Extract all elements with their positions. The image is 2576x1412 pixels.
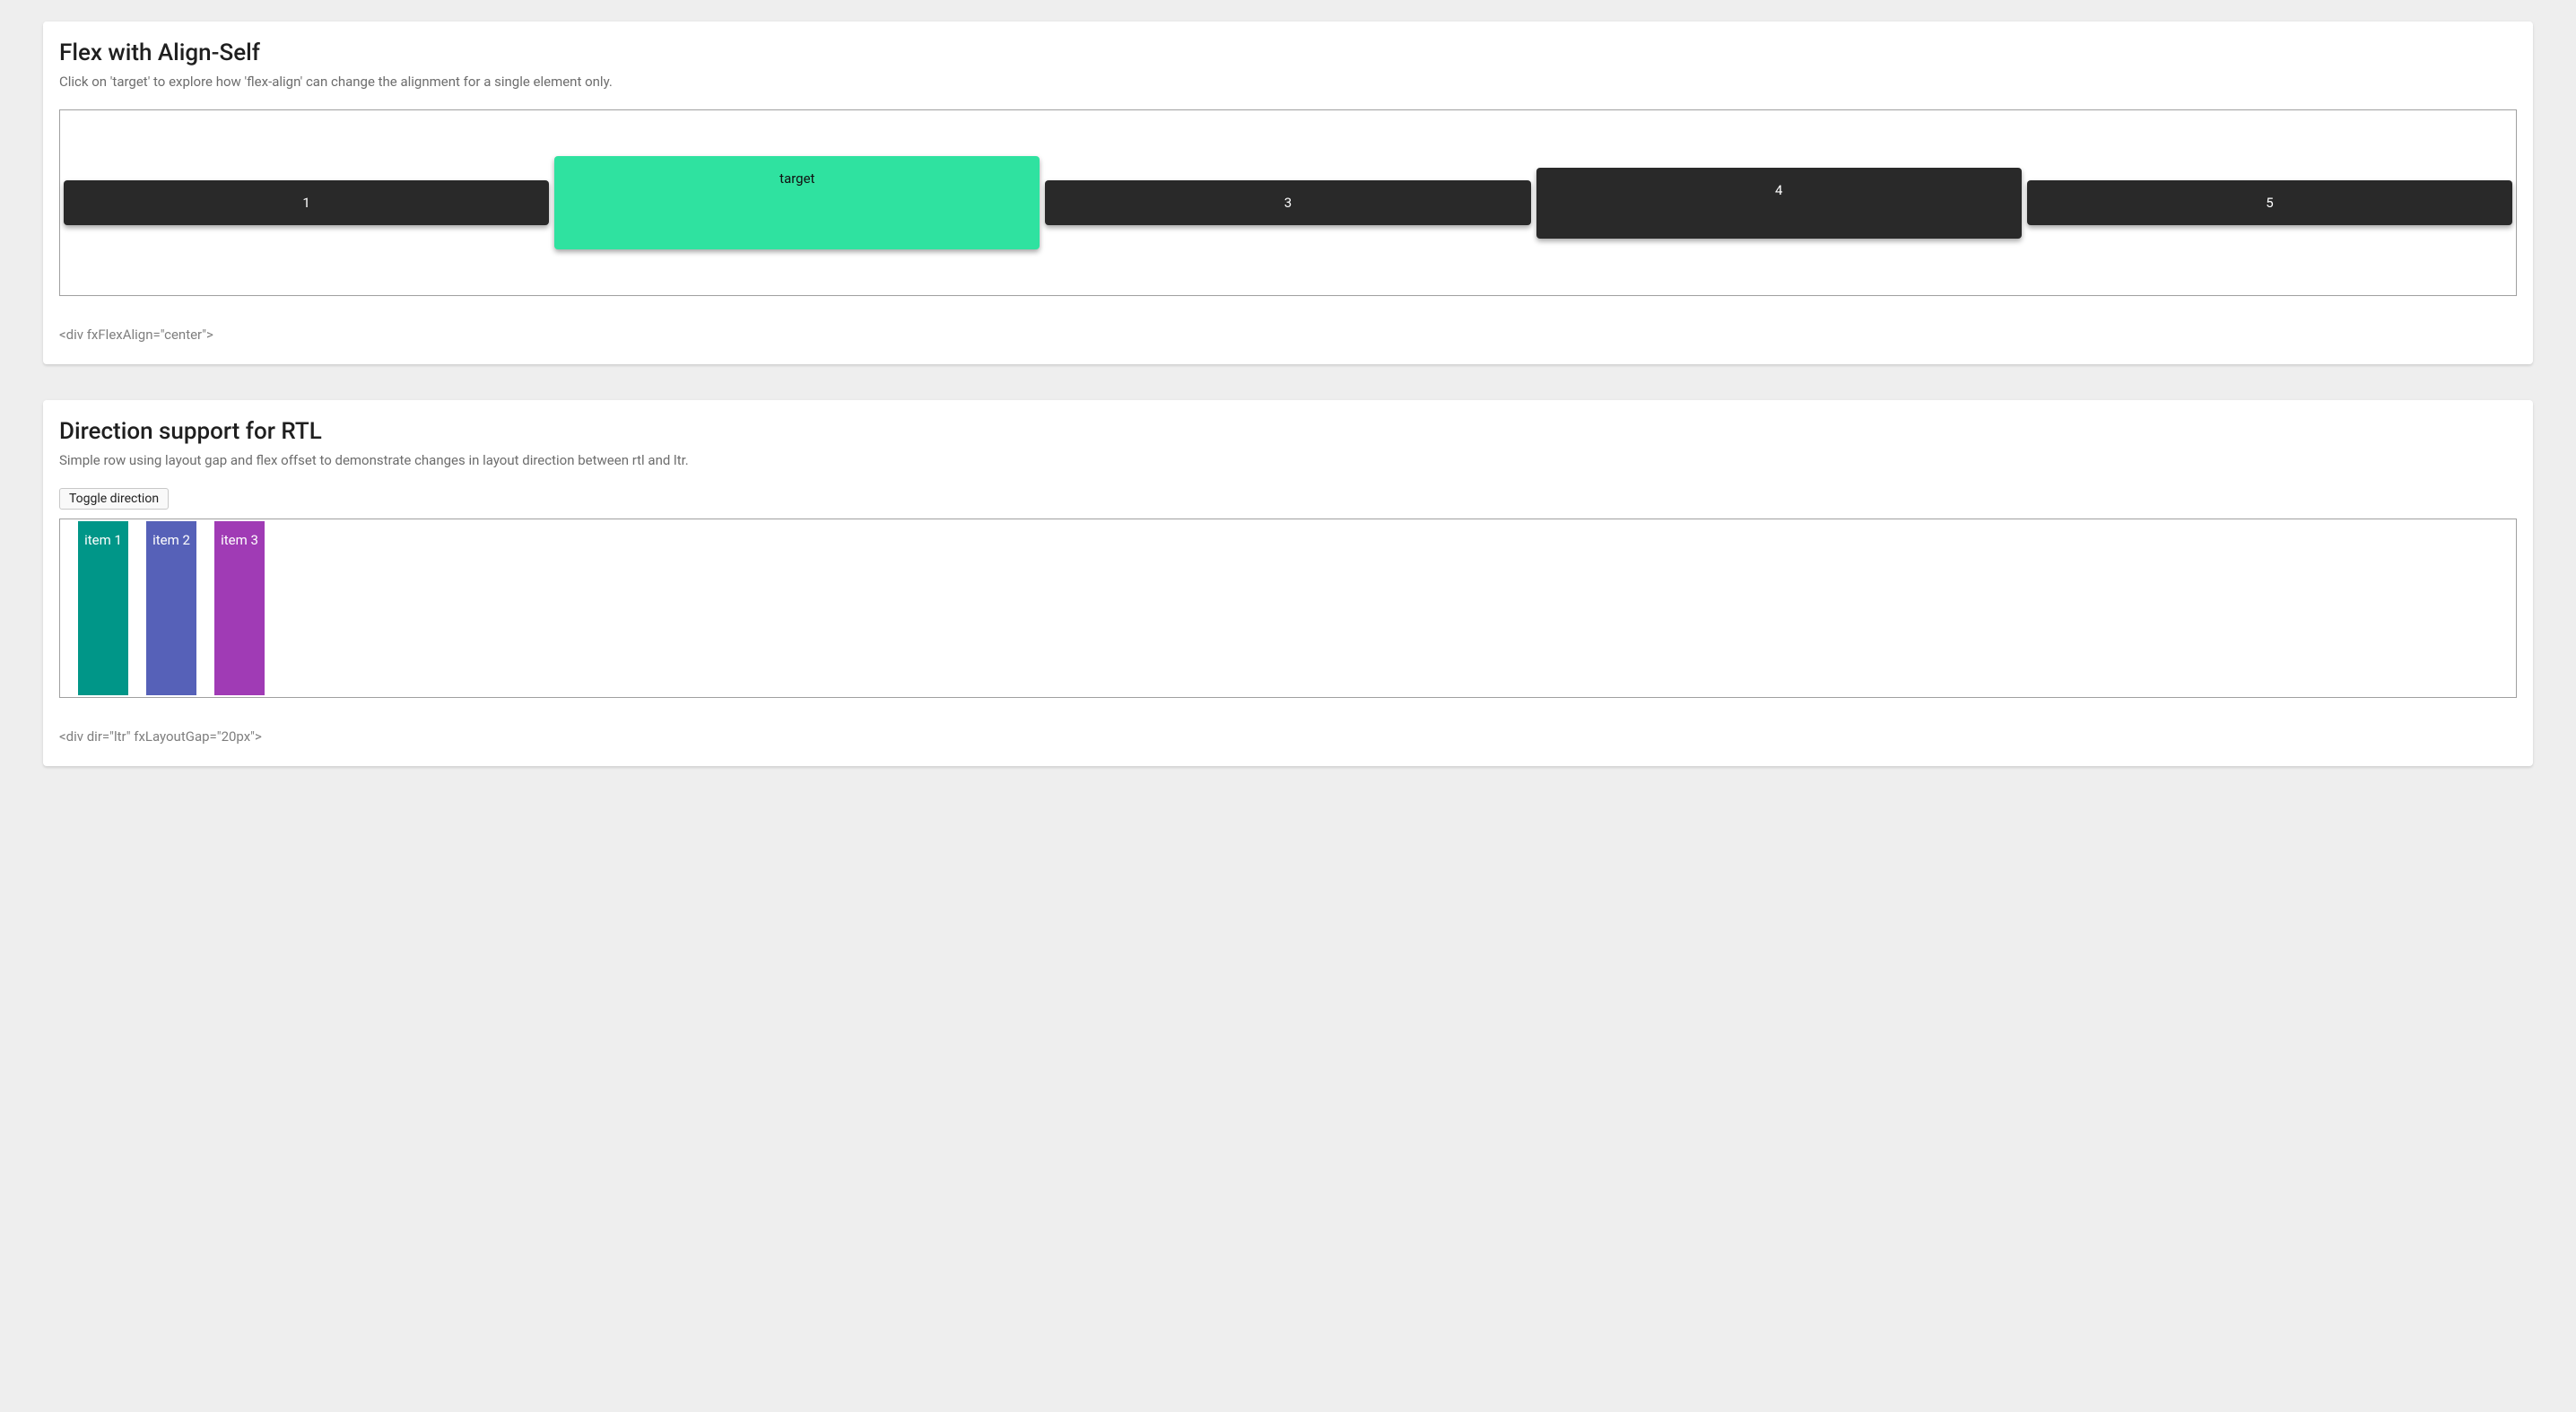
card-subtitle: Click on 'target' to explore how 'flex-a… bbox=[59, 74, 2517, 90]
flex-align-hint: <div fxFlexAlign="center"> bbox=[59, 327, 2517, 343]
rtl-item-label: item 1 bbox=[84, 532, 122, 548]
card-title: Flex with Align-Self bbox=[59, 39, 2517, 66]
toggle-direction-button[interactable]: Toggle direction bbox=[59, 488, 169, 510]
rtl-item-3: item 3 bbox=[214, 521, 265, 695]
flex-item-target[interactable]: target bbox=[554, 156, 1040, 249]
rtl-hint: <div dir="ltr" fxLayoutGap="20px"> bbox=[59, 728, 2517, 745]
flex-item-label: 1 bbox=[302, 195, 309, 211]
flex-item-label: 4 bbox=[1775, 182, 1782, 198]
flex-demo-container: 1 target 3 4 5 bbox=[59, 109, 2517, 296]
card-rtl-support: Direction support for RTL Simple row usi… bbox=[43, 400, 2533, 766]
rtl-item-label: item 2 bbox=[152, 532, 190, 548]
rtl-item-2: item 2 bbox=[146, 521, 196, 695]
card-flex-align-self: Flex with Align-Self Click on 'target' t… bbox=[43, 22, 2533, 364]
flex-item-label: 3 bbox=[1284, 195, 1292, 211]
rtl-item-1: item 1 bbox=[78, 521, 128, 695]
card-title: Direction support for RTL bbox=[59, 418, 2517, 445]
rtl-item-label: item 3 bbox=[221, 532, 258, 548]
flex-item-4[interactable]: 4 bbox=[1536, 168, 2022, 239]
flex-item-1[interactable]: 1 bbox=[64, 180, 549, 225]
card-subtitle: Simple row using layout gap and flex off… bbox=[59, 452, 2517, 468]
flex-item-label: 5 bbox=[2266, 195, 2273, 211]
flex-item-label: target bbox=[779, 170, 814, 187]
rtl-demo-container: item 1 item 2 item 3 bbox=[59, 519, 2517, 698]
flex-item-5[interactable]: 5 bbox=[2027, 180, 2512, 225]
flex-item-3[interactable]: 3 bbox=[1045, 180, 1530, 225]
